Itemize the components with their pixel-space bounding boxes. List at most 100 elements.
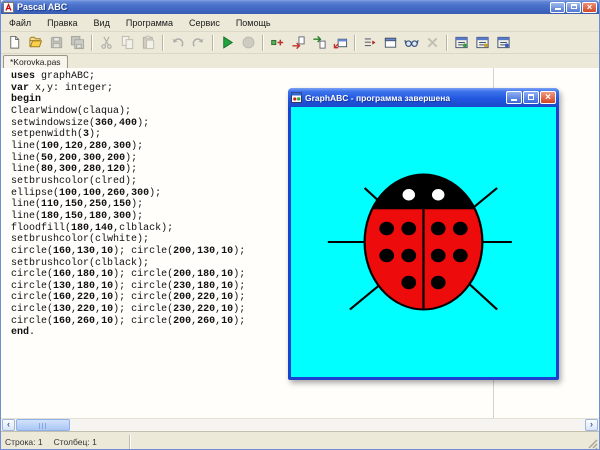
toolbar-breakpoints-button[interactable] xyxy=(359,33,380,53)
scroll-left-button[interactable]: ‹ xyxy=(2,419,15,431)
toolbar-copy-button xyxy=(117,33,138,53)
code-line: line(110,150,250,150); xyxy=(11,199,245,211)
code-line: setwindowsize(360,400); xyxy=(11,118,245,130)
toolbar-stop-button xyxy=(238,33,259,53)
app-title: Pascal ABC xyxy=(17,2,550,12)
toolbar-paste-button xyxy=(138,33,159,53)
menu-edit[interactable]: Правка xyxy=(39,16,85,30)
ladybug-spot xyxy=(431,249,446,263)
graphabc-minimize-button[interactable] xyxy=(506,91,522,104)
cut-icon xyxy=(99,35,114,50)
ladybug-spot xyxy=(431,222,446,236)
code-line: circle(130,180,10); circle(230,180,10); xyxy=(11,281,245,293)
save-file-icon xyxy=(49,35,64,50)
toolbar-clear-button xyxy=(422,33,443,53)
ladybug-spot xyxy=(379,222,394,236)
undo-icon xyxy=(170,35,185,50)
toolbar-new-file-button[interactable] xyxy=(4,33,25,53)
scroll-right-button[interactable]: › xyxy=(585,419,598,431)
code-line: circle(160,220,10); circle(200,220,10); xyxy=(11,292,245,304)
code-line: setbrushcolor(clblack); xyxy=(11,258,245,270)
ladybug-eye xyxy=(431,188,446,202)
code-line: line(50,200,300,200); xyxy=(11,153,245,165)
ladybug-spot xyxy=(431,276,446,290)
output-window-icon xyxy=(383,35,398,50)
toolbar-step-chain-button[interactable] xyxy=(267,33,288,53)
window-buttons: × xyxy=(550,2,597,13)
graphabc-titlebar[interactable]: GraphABC - программа завершена × xyxy=(288,88,559,107)
toolbar-step-into-button[interactable] xyxy=(288,33,309,53)
scrollbar-thumb[interactable] xyxy=(16,419,70,431)
ladybug-spot xyxy=(401,249,416,263)
code-line: line(180,150,180,300); xyxy=(11,211,245,223)
ladybug-spot xyxy=(401,276,416,290)
toolbar-module-window-2-button[interactable] xyxy=(472,33,493,53)
toolbar-separator xyxy=(354,35,356,51)
code-line: setpenwidth(3); xyxy=(11,129,245,141)
toolbar-module-window-3-button[interactable] xyxy=(493,33,514,53)
resize-grip[interactable] xyxy=(586,437,598,449)
toolbar-separator xyxy=(91,35,93,51)
copy-icon xyxy=(120,35,135,50)
toolbar-output-window-button[interactable] xyxy=(380,33,401,53)
ladybug-spot xyxy=(379,249,394,263)
toolbar-save-file-button xyxy=(46,33,67,53)
code-line: begin xyxy=(11,94,245,106)
graphabc-title: GraphABC - программа завершена xyxy=(305,93,505,103)
code-line: ellipse(100,100,260,300); xyxy=(11,188,245,200)
status-bar: Строка: 1 Столбец: 1 xyxy=(1,434,599,450)
breakpoints-icon xyxy=(362,35,377,50)
code-line: circle(160,130,10); circle(200,130,10); xyxy=(11,246,245,258)
horizontal-scrollbar[interactable]: ‹ › xyxy=(1,418,599,431)
app-icon xyxy=(3,2,14,13)
clear-icon xyxy=(425,35,440,50)
run-icon xyxy=(220,35,235,50)
close-button[interactable]: × xyxy=(582,2,597,13)
toolbar-watch-button[interactable] xyxy=(401,33,422,53)
save-all-icon xyxy=(70,35,85,50)
menu-service[interactable]: Сервис xyxy=(181,16,228,30)
main-titlebar[interactable]: Pascal ABC × xyxy=(1,0,599,14)
module-window-1-icon xyxy=(454,35,469,50)
menu-help[interactable]: Помощь xyxy=(228,16,279,30)
toolbar-open-file-button[interactable] xyxy=(25,33,46,53)
code-line: uses graphABC; xyxy=(11,71,245,83)
new-file-icon xyxy=(7,35,22,50)
toolbar-step-out-button[interactable] xyxy=(309,33,330,53)
scrollbar-grip-icon xyxy=(39,423,48,429)
code-line: line(100,120,280,300); xyxy=(11,141,245,153)
toolbar-separator xyxy=(262,35,264,51)
toolbar-run-button[interactable] xyxy=(217,33,238,53)
redo-icon xyxy=(191,35,206,50)
stop-icon xyxy=(241,35,256,50)
maximize-icon xyxy=(571,4,577,9)
graphabc-close-button[interactable]: × xyxy=(540,91,556,104)
menu-view[interactable]: Вид xyxy=(86,16,118,30)
code-line: setbrushcolor(clwhite); xyxy=(11,234,245,246)
toolbar-separator xyxy=(446,35,448,51)
maximize-button[interactable] xyxy=(566,2,581,13)
graphabc-maximize-button[interactable] xyxy=(523,91,539,104)
module-window-3-icon xyxy=(496,35,511,50)
menu-file[interactable]: Файл xyxy=(1,16,39,30)
code-line: circle(160,180,10); circle(200,180,10); xyxy=(11,269,245,281)
code-line: ClearWindow(claqua); xyxy=(11,106,245,118)
toolbar xyxy=(1,32,599,54)
maximize-icon xyxy=(528,94,534,100)
tab-bar: *Korovka.pas xyxy=(1,55,599,68)
menu-program[interactable]: Программа xyxy=(118,16,181,30)
graphabc-client-area xyxy=(291,107,556,377)
tab-korovka[interactable]: *Korovka.pas xyxy=(3,55,68,68)
toolbar-redo-button xyxy=(188,33,209,53)
minimize-icon xyxy=(511,99,517,101)
statusbar-position-panel: Строка: 1 Столбец: 1 xyxy=(1,435,130,449)
toolbar-undo-button xyxy=(167,33,188,53)
toolbar-module-window-1-button[interactable] xyxy=(451,33,472,53)
minimize-button[interactable] xyxy=(550,2,565,13)
code-line: circle(130,220,10); circle(230,220,10); xyxy=(11,304,245,316)
toolbar-goto-window-button[interactable] xyxy=(330,33,351,53)
step-chain-icon xyxy=(270,35,285,50)
code-line: var x,y: integer; xyxy=(11,83,245,95)
code-area: uses graphABC;var x,y: integer;beginClea… xyxy=(11,71,245,339)
ladybug-spot xyxy=(401,222,416,236)
